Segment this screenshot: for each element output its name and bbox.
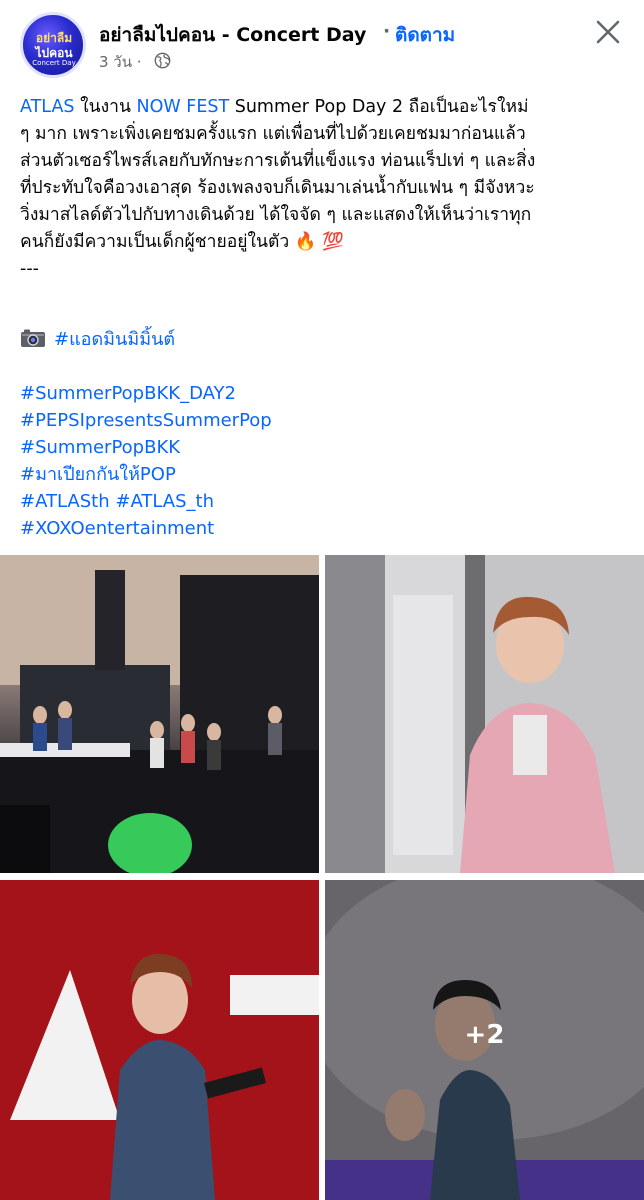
page-avatar[interactable]: อย่าลืม ไปคอน Concert Day xyxy=(20,12,86,78)
post-text-fragment: Summer Pop Day 2 ถือเป็นอะไรใหม่ xyxy=(229,97,529,117)
red-stage-scene xyxy=(0,880,319,1200)
photo-stage-group[interactable] xyxy=(0,555,319,873)
post-line: --- xyxy=(20,259,39,279)
hashtag-section: #แอดมินมิมิ้นต์ #SummerPopBKK_DAY2 #PEPS… xyxy=(20,326,636,542)
admin-credit: #แอดมินมิมิ้นต์ xyxy=(20,326,636,353)
post-line: ที่ประทับใจคือวงเอาสุด ร้องเพลงจบก็เดินม… xyxy=(20,178,535,198)
page-name-link[interactable]: อย่าลืมไปคอน - Concert Day xyxy=(99,20,366,50)
post-line: คนก็ยังมีความเป็นเด็กผู้ชายอยู่ในตัว 🔥 💯 xyxy=(20,232,344,252)
globe-icon xyxy=(154,52,171,69)
separator-dot: · xyxy=(383,20,391,42)
portrait-scene xyxy=(325,555,644,873)
link-now-fest[interactable]: NOW FEST xyxy=(137,97,230,117)
photo-member-portrait[interactable] xyxy=(325,555,644,873)
post-header: อย่าลืม ไปคอน Concert Day อย่าลืมไปคอน -… xyxy=(0,0,644,90)
post-line: วิ่งมาสไลด์ตัวไปกับทางเดินด้วย ได้ใจจัด … xyxy=(20,205,532,225)
follow-button[interactable]: ติดตาม xyxy=(395,20,455,50)
stage-scene xyxy=(0,555,319,873)
camera-icon xyxy=(21,329,45,347)
post-body: ATLAS ในงาน NOW FEST Summer Pop Day 2 ถื… xyxy=(20,94,636,283)
post-line: ส่วนตัวเซอร์ไพรส์เลยกับทักษะการเต้นที่แข… xyxy=(20,151,536,171)
hashtag-link-atlas[interactable]: ATLAS xyxy=(20,97,75,117)
photo-member-on-stage[interactable] xyxy=(0,880,319,1200)
close-icon[interactable] xyxy=(594,18,622,46)
hashtag-link[interactable]: #XOXOentertainment xyxy=(20,515,636,542)
avatar-text-3: Concert Day xyxy=(32,59,76,67)
hashtag-link[interactable]: #มาเปียกกันให้POP xyxy=(20,461,636,488)
photo-grid: +2 xyxy=(0,555,644,1200)
hashtag-link[interactable]: #SummerPopBKK_DAY2 xyxy=(20,380,636,407)
hashtag-link[interactable]: #PEPSIpresentsSummerPop xyxy=(20,407,636,434)
photo-member-waving[interactable]: +2 xyxy=(325,880,644,1200)
hashtag-link[interactable]: #SummerPopBKK xyxy=(20,434,636,461)
hashtag-link[interactable]: #ATLASth #ATLAS_th xyxy=(20,488,636,515)
post-line: ATLAS ในงาน NOW FEST Summer Pop Day 2 ถื… xyxy=(20,94,636,121)
post-timestamp[interactable]: 3 วัน · xyxy=(99,50,142,74)
more-photos-count: +2 xyxy=(464,1020,505,1050)
post-text-fragment: ในงาน xyxy=(74,97,137,117)
hashtag-link-admin[interactable]: #แอดมินมิมิ้นต์ xyxy=(54,329,175,350)
post-line: ๆ มาก เพราะเพิ่งเคยชมครั้งแรก แต่เพื่อนท… xyxy=(20,124,526,144)
